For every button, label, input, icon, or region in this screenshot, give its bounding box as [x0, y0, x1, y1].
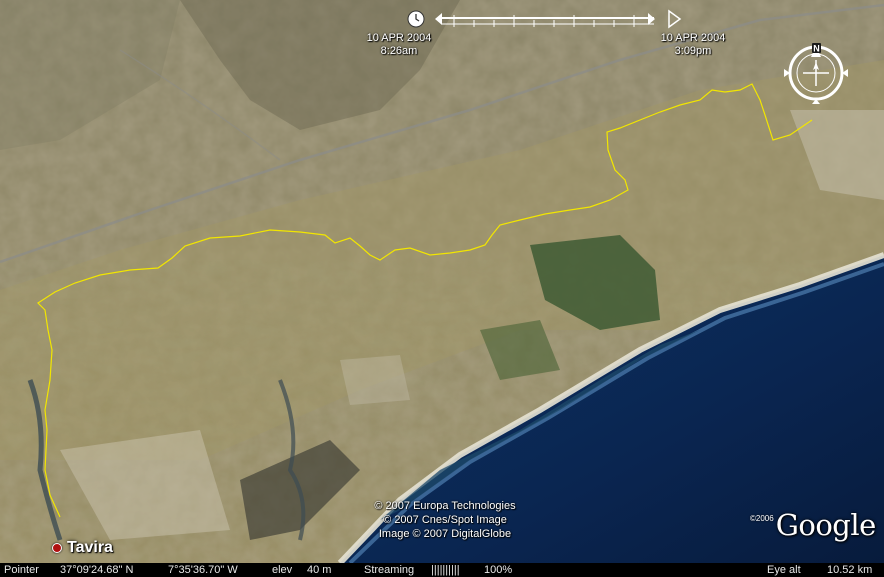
place-label: Tavira [67, 539, 113, 556]
time-start-label: 10 APR 2004 8:26am [352, 32, 446, 58]
clock-icon[interactable] [407, 10, 425, 28]
time-start-date: 10 APR 2004 [366, 32, 432, 44]
compass-icon[interactable]: N [782, 40, 854, 106]
status-bar: Pointer 37°09'24.68" N 7°35'36.70" W ele… [0, 563, 884, 577]
copyright-block: © 2007 Europa Technologies © 2007 Cnes/S… [330, 499, 560, 541]
compass-north-label: N [813, 44, 820, 54]
play-icon[interactable] [668, 9, 682, 29]
place-marker-tavira[interactable]: Tavira [52, 539, 113, 557]
time-start-time: 8:26am [380, 45, 418, 57]
elevation-value: 40 m [307, 564, 332, 576]
time-slider[interactable] [404, 6, 684, 32]
copyright-line-1: © 2007 Europa Technologies [374, 500, 516, 512]
eye-alt-label: Eye alt [767, 564, 801, 576]
eye-alt-value: 10.52 km [827, 564, 873, 576]
satellite-imagery [0, 0, 884, 563]
pointer-latitude: 37°09'24.68" N [60, 564, 134, 576]
logo-year: ©2006 [750, 514, 774, 523]
pointer-longitude: 7°35'36.70" W [168, 564, 238, 576]
map-view[interactable]: 10 APR 2004 8:26am 10 APR 2004 3:09pm N … [0, 0, 884, 563]
streaming-label: Streaming [364, 564, 415, 576]
logo-word: Google [775, 508, 877, 542]
copyright-line-3: Image © 2007 DigitalGlobe [378, 528, 512, 540]
time-end-date: 10 APR 2004 [660, 32, 726, 44]
copyright-line-2: © 2007 Cnes/Spot Image [383, 514, 507, 526]
slider-right-handle [648, 13, 655, 25]
elevation-label: elev [272, 564, 293, 576]
pointer-label: Pointer [4, 564, 39, 576]
slider-left-handle [435, 13, 442, 25]
placemark-dot-icon [52, 543, 62, 553]
streaming-percent: 100% [484, 564, 513, 576]
time-end-label: 10 APR 2004 3:09pm [646, 32, 740, 58]
streaming-progress-bars: |||||||||| [431, 564, 460, 576]
time-end-time: 3:09pm [674, 45, 712, 57]
google-logo: ©2006 Google [750, 508, 876, 542]
